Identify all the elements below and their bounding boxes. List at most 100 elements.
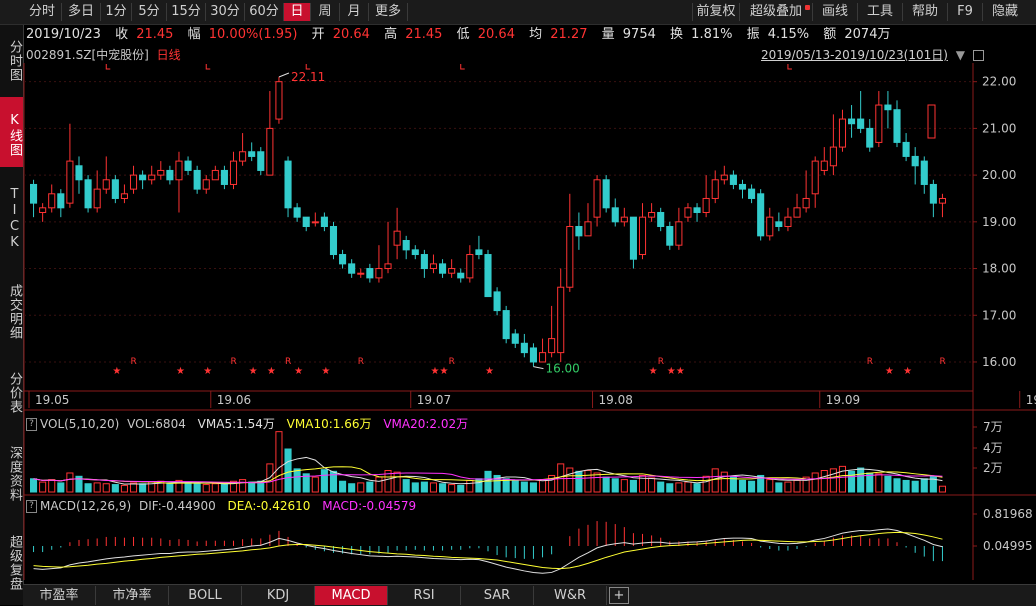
- candle-down: [575, 226, 583, 237]
- candle-down: [511, 333, 519, 344]
- candle-down: [166, 169, 174, 181]
- indicator-tab-macd[interactable]: MACD: [315, 586, 388, 605]
- volume-bar: [166, 483, 174, 493]
- vol-tick-label: 2万: [983, 461, 1003, 475]
- candle-down: [629, 216, 637, 260]
- candle-up: [357, 272, 365, 275]
- volume-bar: [457, 484, 465, 493]
- candle-up: [266, 127, 274, 176]
- volume-bar: [93, 482, 101, 493]
- volume-bar: [911, 480, 919, 493]
- candle-up: [211, 169, 219, 181]
- volume-bar: [838, 465, 847, 493]
- vma10-label: VMA10:1.66万: [286, 417, 372, 431]
- volume-bar: [920, 478, 928, 493]
- candle-down: [893, 109, 901, 143]
- volume-bar: [793, 479, 801, 493]
- candle-up: [938, 197, 946, 204]
- volume-bar: [120, 484, 128, 493]
- candle-up: [129, 174, 138, 190]
- indicator-tabs: 市盈率 市净率 BOLL KDJ MACD RSI SAR W&R +: [23, 584, 1036, 606]
- volume-bar: [111, 484, 119, 493]
- macd-panel-title: ? MACD(12,26,9) DIF:-0.44900 DEA:-0.42610…: [26, 499, 416, 513]
- volume-bar: [139, 483, 147, 493]
- candle-down: [748, 188, 756, 199]
- volume-bar: [938, 485, 946, 493]
- indicator-tab-rsi[interactable]: RSI: [388, 586, 461, 605]
- volume-bar: [339, 480, 347, 493]
- candle-down: [84, 179, 92, 209]
- candle-down: [602, 179, 610, 209]
- volume-bar: [893, 478, 901, 493]
- event-r-marker: R: [358, 357, 364, 367]
- candle-down: [693, 207, 701, 213]
- candle-up: [102, 179, 110, 190]
- volume-bar: [702, 475, 710, 493]
- volume-bar: [711, 468, 719, 493]
- candle-up: [448, 268, 456, 274]
- candle-down: [284, 160, 292, 209]
- macd-title: MACD(12,26,9): [40, 499, 132, 513]
- event-star-icon: ★: [249, 366, 258, 377]
- candle-up: [39, 207, 47, 213]
- event-star-icon: ★: [294, 366, 303, 377]
- indicator-tab-w&r[interactable]: W&R: [534, 586, 607, 605]
- candle-down: [738, 183, 747, 190]
- candle-down: [139, 174, 147, 181]
- candle-down: [484, 254, 492, 298]
- event-star-icon: ★: [430, 366, 439, 377]
- indicator-tab-boll[interactable]: BOLL: [169, 586, 242, 605]
- indicator-tab-kdj[interactable]: KDJ: [242, 586, 315, 605]
- event-star-icon: ★: [176, 366, 185, 377]
- vma5-label: VMA5:1.54万: [197, 417, 275, 431]
- volume-bar: [511, 479, 519, 493]
- event-r-marker: R: [131, 357, 137, 367]
- volume-bar: [811, 472, 819, 493]
- close-marker: [927, 104, 936, 139]
- candle-down: [848, 118, 856, 125]
- indicator-tab-sar[interactable]: SAR: [461, 586, 534, 605]
- indicator-tab-市净率[interactable]: 市净率: [96, 586, 169, 605]
- price-tick-label: 21.00: [982, 121, 1016, 135]
- candle-up: [793, 207, 801, 218]
- date-tick-label: 19.07: [417, 393, 451, 407]
- indicator-tab-市盈率[interactable]: 市盈率: [23, 586, 96, 605]
- volume-bar: [820, 470, 828, 493]
- candle-up: [120, 193, 128, 199]
- help-icon[interactable]: ?: [26, 500, 37, 513]
- event-r-marker: R: [867, 357, 873, 367]
- event-star-icon: ★: [885, 366, 894, 377]
- candle-down: [57, 193, 65, 209]
- candle-up: [93, 188, 101, 209]
- period-mark: [460, 64, 465, 70]
- candle-up: [875, 104, 883, 143]
- candle-down: [520, 342, 528, 354]
- add-indicator-icon[interactable]: +: [609, 587, 629, 604]
- candle-down: [929, 183, 937, 204]
- price-tick-label: 17.00: [982, 308, 1016, 322]
- candle-up: [229, 160, 238, 185]
- period-mark: [105, 64, 111, 70]
- help-icon[interactable]: ?: [26, 418, 37, 431]
- candle-up: [548, 338, 556, 354]
- candle-down: [502, 310, 510, 340]
- dif-label: DIF:-0.44900: [138, 499, 216, 513]
- candle-down: [220, 169, 228, 185]
- candle-up: [466, 254, 474, 279]
- volume-bar: [529, 482, 537, 493]
- period-mark: [787, 64, 792, 70]
- volume-bar: [348, 483, 356, 493]
- volume-bar: [766, 479, 774, 493]
- volume-bar: [239, 479, 247, 493]
- volume-bar: [666, 483, 674, 493]
- candle-down: [348, 263, 356, 274]
- volume-bar: [248, 481, 256, 493]
- max-pointer: [278, 72, 290, 78]
- event-star-icon: ★: [903, 366, 912, 377]
- candle-down: [475, 249, 483, 256]
- candle-down: [302, 216, 310, 228]
- volume-bar: [466, 479, 474, 493]
- candle-up: [239, 151, 247, 162]
- vma5-line: [33, 456, 943, 485]
- volume-bar: [657, 481, 665, 493]
